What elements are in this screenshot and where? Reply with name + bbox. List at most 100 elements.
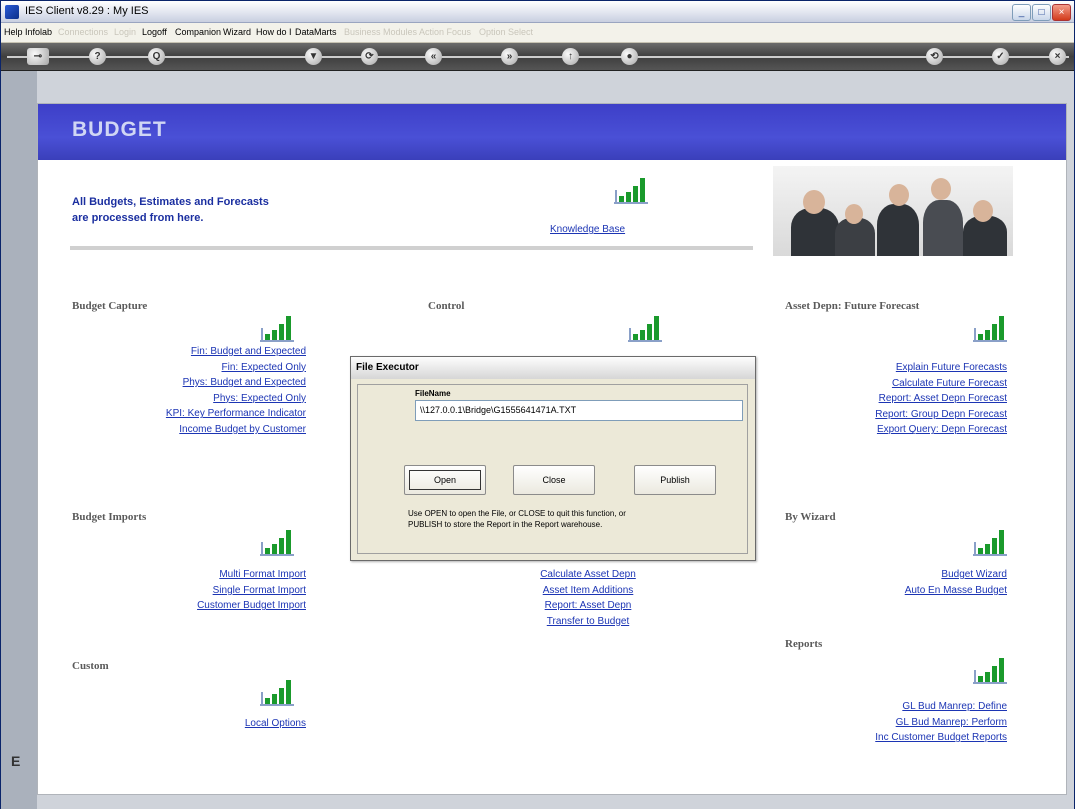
dialog-message-line-1: Use OPEN to open the File, or CLOSE to q…	[408, 509, 626, 518]
business-team-photo	[773, 166, 1013, 256]
page-title: BUDGET	[72, 118, 167, 141]
link-report-asset-depn[interactable]: Report: Asset Depn	[508, 598, 668, 614]
refresh-icon[interactable]: ⟳	[361, 48, 378, 65]
budget-imports-chart-icon[interactable]	[260, 530, 294, 556]
menu-companion[interactable]: Companion	[175, 27, 221, 37]
menu-action-focus: Action Focus	[419, 27, 472, 37]
link-inc-customer-budget-reports[interactable]: Inc Customer Budget Reports	[875, 730, 1007, 746]
file-executor-dialog: File Executor FileName \\127.0.0.1\Bridg…	[350, 356, 756, 561]
by-wizard-chart-icon[interactable]	[973, 530, 1007, 556]
link-phys-expected-only[interactable]: Phys: Expected Only	[166, 391, 306, 407]
menu-wizard[interactable]: Wizard	[223, 27, 251, 37]
toolbar-track	[7, 56, 1069, 58]
app-window: IES Client v8.29 : My IES _ □ × Help Inf…	[0, 0, 1075, 809]
side-letter: E	[11, 753, 21, 769]
link-export-query-depn-forecast[interactable]: Export Query: Depn Forecast	[875, 422, 1007, 438]
filename-label: FileName	[415, 389, 451, 398]
app-icon	[5, 5, 19, 19]
panel-header: BUDGET	[38, 104, 1066, 160]
dialog-title: File Executor	[356, 362, 419, 373]
menu-how-do-i[interactable]: How do I	[256, 27, 292, 37]
dialog-title-bar: File Executor	[351, 357, 755, 379]
back-icon[interactable]: «	[425, 48, 442, 65]
search-icon[interactable]: Q	[148, 48, 165, 65]
menu-datamarts[interactable]: DataMarts	[295, 27, 337, 37]
link-budget-wizard[interactable]: Budget Wizard	[905, 567, 1007, 583]
link-fin-expected-only[interactable]: Fin: Expected Only	[166, 360, 306, 376]
cancel-icon[interactable]: ×	[1049, 48, 1066, 65]
link-report-group-depn-forecast[interactable]: Report: Group Depn Forecast	[875, 407, 1007, 423]
custom-chart-icon[interactable]	[260, 680, 294, 706]
left-strip	[1, 71, 37, 809]
down-arrow-icon[interactable]: ▼	[305, 48, 322, 65]
link-gl-bud-manrep-perform[interactable]: GL Bud Manrep: Perform	[875, 715, 1007, 731]
link-phys-budget-expected[interactable]: Phys: Budget and Expected	[166, 375, 306, 391]
close-icon[interactable]: ×	[1052, 4, 1071, 21]
toolbar: ⊸ ? Q ▼ ⟳ « » ↑ ● ⟲ ✓ ×	[1, 43, 1074, 71]
link-customer-budget-import[interactable]: Customer Budget Import	[197, 598, 306, 614]
menu-infolab[interactable]: Infolab	[25, 27, 52, 37]
link-asset-item-additions[interactable]: Asset Item Additions	[508, 583, 668, 599]
section-title-reports: Reports	[785, 638, 823, 650]
control-chart-icon[interactable]	[628, 316, 662, 342]
custom-links: Local Options	[245, 716, 306, 732]
link-multi-format-import[interactable]: Multi Format Import	[197, 567, 306, 583]
link-calculate-future-forecast[interactable]: Calculate Future Forecast	[875, 376, 1007, 392]
link-local-options[interactable]: Local Options	[245, 716, 306, 732]
link-gl-bud-manrep-define[interactable]: GL Bud Manrep: Define	[875, 699, 1007, 715]
intro-line-1: All Budgets, Estimates and Forecasts	[72, 196, 269, 208]
section-title-by-wizard: By Wizard	[785, 511, 836, 523]
by-wizard-links: Budget Wizard Auto En Masse Budget	[905, 567, 1007, 598]
asset-depn-chart-icon[interactable]	[973, 316, 1007, 342]
menu-bar: Help Infolab Connections Login Logoff Co…	[1, 23, 1074, 43]
dialog-body: FileName \\127.0.0.1\Bridge\G1555641471A…	[357, 384, 748, 554]
knowledge-base-link[interactable]: Knowledge Base	[550, 224, 625, 235]
link-income-budget-customer[interactable]: Income Budget by Customer	[166, 422, 306, 438]
check-icon[interactable]: ✓	[992, 48, 1009, 65]
intro-line-2: are processed from here.	[72, 212, 204, 224]
dialog-message-line-2: PUBLISH to store the Report in the Repor…	[408, 520, 603, 529]
budget-imports-links: Multi Format Import Single Format Import…	[197, 567, 306, 614]
maximize-icon[interactable]: □	[1032, 4, 1051, 21]
link-auto-en-masse-budget[interactable]: Auto En Masse Budget	[905, 583, 1007, 599]
section-title-asset-depn: Asset Depn: Future Forecast	[785, 300, 920, 312]
section-title-custom: Custom	[72, 660, 109, 672]
undo-icon[interactable]: ⟲	[926, 48, 943, 65]
link-explain-future-forecasts[interactable]: Explain Future Forecasts	[875, 360, 1007, 376]
intro-text: All Budgets, Estimates and Forecasts are…	[72, 194, 332, 226]
budget-capture-chart-icon[interactable]	[260, 316, 294, 342]
control-links: Calculate Asset Depn Asset Item Addition…	[508, 567, 668, 629]
section-title-budget-capture: Budget Capture	[72, 300, 148, 312]
record-icon[interactable]: ●	[621, 48, 638, 65]
link-single-format-import[interactable]: Single Format Import	[197, 583, 306, 599]
link-fin-budget-expected[interactable]: Fin: Budget and Expected	[166, 344, 306, 360]
up-icon[interactable]: ↑	[562, 48, 579, 65]
open-button[interactable]: Open	[404, 465, 486, 495]
menu-option-select: Option Select	[479, 27, 534, 37]
asset-depn-links: Explain Future Forecasts Calculate Futur…	[875, 360, 1007, 438]
forward-icon[interactable]: »	[501, 48, 518, 65]
key-icon[interactable]: ⊸	[27, 48, 49, 65]
minimize-icon[interactable]: _	[1012, 4, 1031, 21]
link-kpi[interactable]: KPI: Key Performance Indicator	[166, 406, 306, 422]
menu-business-modules: Business Modules	[344, 27, 418, 37]
dialog-message: Use OPEN to open the File, or CLOSE to q…	[408, 508, 728, 530]
close-button[interactable]: Close	[513, 465, 595, 495]
divider	[70, 246, 753, 250]
menu-connections: Connections	[58, 27, 109, 37]
menu-logoff[interactable]: Logoff	[142, 27, 167, 37]
link-calculate-asset-depn[interactable]: Calculate Asset Depn	[508, 567, 668, 583]
help-icon[interactable]: ?	[89, 48, 106, 65]
budget-capture-links: Fin: Budget and Expected Fin: Expected O…	[166, 344, 306, 438]
knowledge-base-chart-icon[interactable]	[614, 178, 648, 204]
menu-help[interactable]: Help	[4, 27, 23, 37]
section-title-budget-imports: Budget Imports	[72, 511, 147, 523]
publish-button[interactable]: Publish	[634, 465, 716, 495]
filename-field[interactable]: \\127.0.0.1\Bridge\G1555641471A.TXT	[415, 400, 743, 421]
section-title-control: Control	[428, 300, 465, 312]
title-bar: IES Client v8.29 : My IES _ □ ×	[1, 1, 1074, 23]
reports-chart-icon[interactable]	[973, 658, 1007, 684]
menu-login: Login	[114, 27, 137, 37]
link-transfer-to-budget[interactable]: Transfer to Budget	[508, 614, 668, 630]
link-report-asset-depn-forecast[interactable]: Report: Asset Depn Forecast	[875, 391, 1007, 407]
